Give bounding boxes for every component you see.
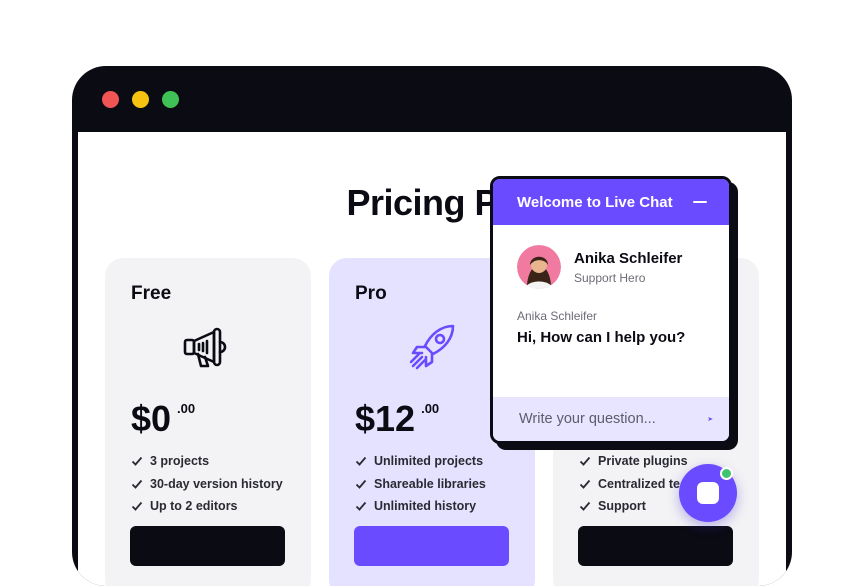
chat-input-bar bbox=[493, 397, 729, 441]
check-icon bbox=[131, 479, 143, 489]
free-plan-button[interactable] bbox=[130, 526, 285, 566]
send-icon[interactable] bbox=[708, 410, 713, 428]
price-cents: .00 bbox=[421, 401, 440, 416]
agent-role: Support Hero bbox=[574, 270, 646, 285]
feature-list: Private plugins Centralized tea Support bbox=[579, 450, 688, 518]
plan-price: $0 .00 bbox=[131, 398, 195, 440]
online-status-indicator bbox=[720, 467, 733, 480]
check-icon bbox=[579, 502, 591, 512]
feature-label: Shareable libraries bbox=[374, 476, 486, 491]
feature-label: 3 projects bbox=[150, 454, 210, 469]
feature-item: 3 projects bbox=[131, 450, 283, 473]
close-dot[interactable] bbox=[102, 91, 119, 108]
feature-label: Private plugins bbox=[598, 454, 688, 469]
chat-header: Welcome to Live Chat bbox=[493, 179, 729, 225]
check-icon bbox=[355, 457, 367, 467]
pro-plan-button[interactable] bbox=[354, 526, 509, 566]
message-text: Hi, How can I help you? bbox=[517, 329, 686, 346]
minimize-dot[interactable] bbox=[132, 91, 149, 108]
feature-list: 3 projects 30-day version history Up to … bbox=[131, 450, 283, 518]
price-cents: .00 bbox=[177, 401, 196, 416]
feature-list: Unlimited projects Shareable libraries U… bbox=[355, 450, 486, 518]
agent-name: Anika Schleifer bbox=[574, 249, 683, 267]
feature-item: Unlimited projects bbox=[355, 450, 486, 473]
feature-label: Unlimited projects bbox=[374, 454, 484, 469]
agent-info: Anika Schleifer Support Hero bbox=[517, 245, 682, 289]
check-icon bbox=[131, 502, 143, 512]
maximize-dot[interactable] bbox=[162, 91, 179, 108]
live-chat-window: Welcome to Live Chat Anika Schleifer Sup… bbox=[490, 176, 732, 444]
feature-label: Unlimited history bbox=[374, 499, 477, 514]
feature-label: Up to 2 editors bbox=[150, 499, 238, 514]
feature-label: Centralized tea bbox=[598, 476, 687, 491]
feature-label: Support bbox=[598, 499, 646, 514]
third-plan-button[interactable] bbox=[578, 526, 733, 566]
feature-item: Up to 2 editors bbox=[131, 495, 283, 518]
check-icon bbox=[579, 479, 591, 489]
minimize-chat-icon[interactable] bbox=[693, 201, 707, 203]
price-amount: $0 bbox=[131, 398, 172, 439]
feature-item: Unlimited history bbox=[355, 495, 486, 518]
question-input[interactable] bbox=[517, 410, 708, 428]
plan-name: Pro bbox=[355, 283, 387, 304]
check-icon bbox=[579, 457, 591, 467]
window-controls bbox=[102, 91, 179, 108]
plan-name: Free bbox=[131, 283, 172, 304]
message-author: Anika Schleifer bbox=[517, 309, 598, 323]
chat-bubble-icon bbox=[697, 482, 719, 504]
plan-card-free: Free $0 .00 3 projects 30-day version his… bbox=[105, 258, 311, 586]
feature-item: Support bbox=[579, 495, 688, 518]
check-icon bbox=[131, 457, 143, 467]
rocket-icon bbox=[409, 324, 455, 370]
feature-item: 30-day version history bbox=[131, 473, 283, 496]
feature-item: Shareable libraries bbox=[355, 473, 486, 496]
agent-avatar bbox=[517, 245, 561, 289]
megaphone-icon bbox=[183, 327, 227, 368]
feature-label: 30-day version history bbox=[150, 476, 283, 491]
feature-item: Private plugins bbox=[579, 450, 688, 473]
check-icon bbox=[355, 502, 367, 512]
price-amount: $12 bbox=[355, 398, 416, 439]
feature-item: Centralized tea bbox=[579, 473, 688, 496]
plan-price: $12 .00 bbox=[355, 398, 439, 440]
chat-title: Welcome to Live Chat bbox=[517, 193, 673, 211]
check-icon bbox=[355, 479, 367, 489]
